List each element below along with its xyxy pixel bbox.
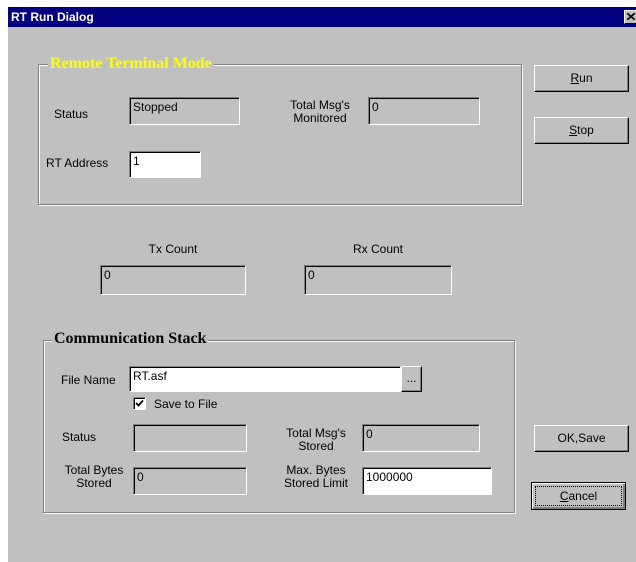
- ok-save-button[interactable]: OK,Save: [534, 425, 629, 452]
- rt-address-input[interactable]: 1: [129, 151, 201, 178]
- ok-save-button-label: OK,Save: [557, 431, 606, 445]
- communication-stack-legend: Communication Stack: [52, 330, 209, 348]
- total-bytes-stored-label: Total Bytes Stored: [56, 464, 132, 490]
- rx-count-field: 0: [304, 265, 452, 295]
- close-icon: [627, 13, 635, 20]
- browse-button-label: ...: [406, 371, 417, 385]
- total-msgs-stored-label: Total Msg's Stored: [274, 427, 358, 453]
- stop-button[interactable]: Stop: [534, 117, 629, 144]
- total-bytes-stored-label-line2: Stored: [76, 476, 112, 490]
- cancel-button[interactable]: Cancel: [531, 482, 626, 510]
- remote-terminal-mode-group: [38, 64, 522, 205]
- rt-status-field: Stopped: [129, 97, 240, 125]
- stop-button-label: Stop: [569, 123, 594, 137]
- tx-count-field: 0: [100, 265, 246, 295]
- file-name-label: File Name: [61, 373, 116, 387]
- rx-count-label: Rx Count: [352, 242, 404, 256]
- total-msgs-monitored-field: 0: [368, 97, 480, 125]
- max-bytes-stored-limit-label: Max. Bytes Stored Limit: [274, 464, 358, 490]
- rt-status-label: Status: [54, 107, 89, 121]
- comm-status-field: [133, 424, 247, 452]
- total-msgs-stored-label-line2: Stored: [298, 439, 334, 453]
- focus-rectangle: [535, 486, 622, 506]
- max-bytes-stored-limit-input[interactable]: 1000000: [362, 467, 492, 495]
- checkmark-icon: [135, 399, 144, 407]
- remote-terminal-mode-legend: Remote Terminal Mode: [48, 55, 214, 73]
- run-button-label: Run: [570, 71, 593, 85]
- save-to-file-label[interactable]: Save to File: [154, 398, 217, 411]
- rt-address-label: RT Address: [46, 156, 109, 170]
- run-button[interactable]: Run: [534, 65, 629, 92]
- total-msgs-stored-field: 0: [362, 424, 480, 452]
- rt-run-dialog: RT Run Dialog Remote Terminal Mode Statu…: [8, 7, 636, 562]
- close-button[interactable]: [624, 10, 636, 24]
- title-bar[interactable]: RT Run Dialog: [8, 7, 636, 27]
- window-title: RT Run Dialog: [11, 10, 94, 24]
- total-bytes-stored-field: 0: [133, 467, 247, 495]
- max-bytes-stored-limit-label-line2: Stored Limit: [283, 476, 349, 490]
- file-name-input[interactable]: RT.asf: [129, 366, 401, 392]
- browse-button[interactable]: ...: [401, 366, 422, 392]
- total-msgs-monitored-label-line2: Monitored: [293, 111, 347, 125]
- save-to-file-checkbox[interactable]: [133, 397, 146, 410]
- total-msgs-monitored-label: Total Msg's Monitored: [274, 99, 366, 125]
- tx-count-label: Tx Count: [148, 242, 198, 256]
- comm-status-label: Status: [62, 430, 97, 444]
